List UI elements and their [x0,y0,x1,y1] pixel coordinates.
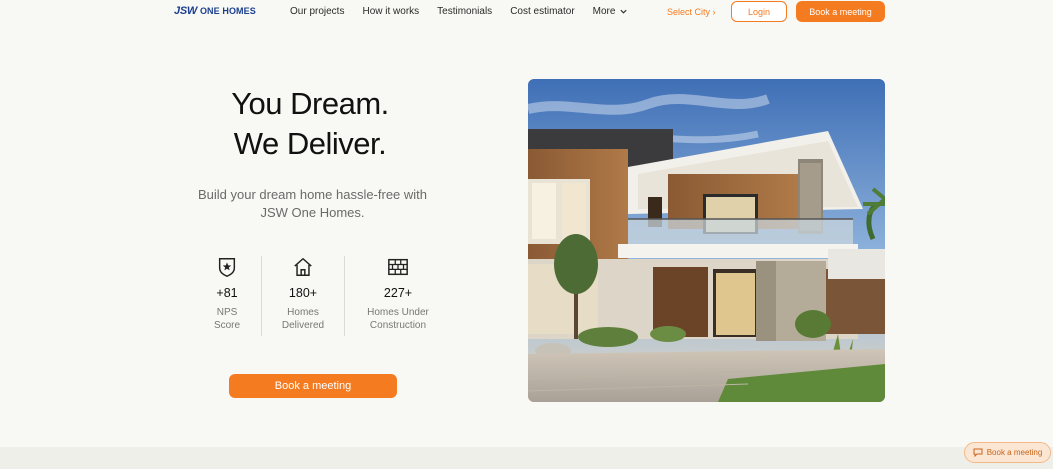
stat-under-construction-label2: Construction [369,320,427,331]
brick-wall-icon [388,258,408,276]
stat-under-construction-label1: Homes Under [367,307,429,318]
nav-our-projects[interactable]: Our projects [290,6,344,17]
hero-title-line1: You Dream. [231,86,389,121]
house-icon [294,258,312,276]
logo[interactable]: JSW ONE HOMES [174,5,256,17]
page-background [0,0,1053,469]
chat-icon [973,448,983,457]
stat-nps-label1: NPS [216,307,238,318]
nav-more-label: More [592,6,616,17]
stat-nps-label2: Score [213,320,241,331]
stats-row: +81 NPS Score 180+ Homes Delivered 227+ … [195,256,435,338]
stat-under-construction-value: 227+ [383,286,413,300]
stat-homes-delivered-label2: Delivered [281,320,325,331]
stat-homes-delivered: 180+ Homes Delivered [271,256,335,332]
floating-book-meeting-button[interactable]: Book a meeting [964,442,1051,463]
stat-nps-value: +81 [216,286,238,300]
select-city-link[interactable]: Select City › [667,7,716,17]
login-button[interactable]: Login [731,1,787,22]
top-navbar: JSW ONE HOMES Our projects How it works … [0,0,1053,24]
nav-cost-estimator[interactable]: Cost estimator [510,6,574,17]
main-nav: Our projects How it works Testimonials C… [290,6,646,17]
stat-divider [261,256,262,336]
logo-text: ONE HOMES [199,6,256,16]
stat-homes-delivered-label1: Homes [287,307,319,318]
stat-homes-delivered-value: 180+ [288,286,318,300]
logo-mark: JSW [174,5,197,17]
hero-house-image [528,79,885,402]
floating-book-meeting-label: Book a meeting [986,448,1043,457]
hero-title-line2: We Deliver. [233,126,387,161]
book-meeting-header-button[interactable]: Book a meeting [796,1,885,22]
stat-homes-under-construction: 227+ Homes Under Construction [358,256,438,332]
bottom-strip [0,447,1053,469]
nav-how-it-works[interactable]: How it works [362,6,419,17]
nav-testimonials[interactable]: Testimonials [437,6,492,17]
chevron-down-icon [620,9,628,14]
nav-more[interactable]: More [593,6,629,17]
stat-divider [344,256,345,336]
book-meeting-hero-button[interactable]: Book a meeting [229,374,397,398]
shield-star-icon [218,258,236,277]
hero-subtitle: Build your dream home hassle-free with J… [197,187,428,220]
stat-nps: +81 NPS Score [195,256,259,332]
hero-title: You Dream. We Deliver. [180,84,440,164]
